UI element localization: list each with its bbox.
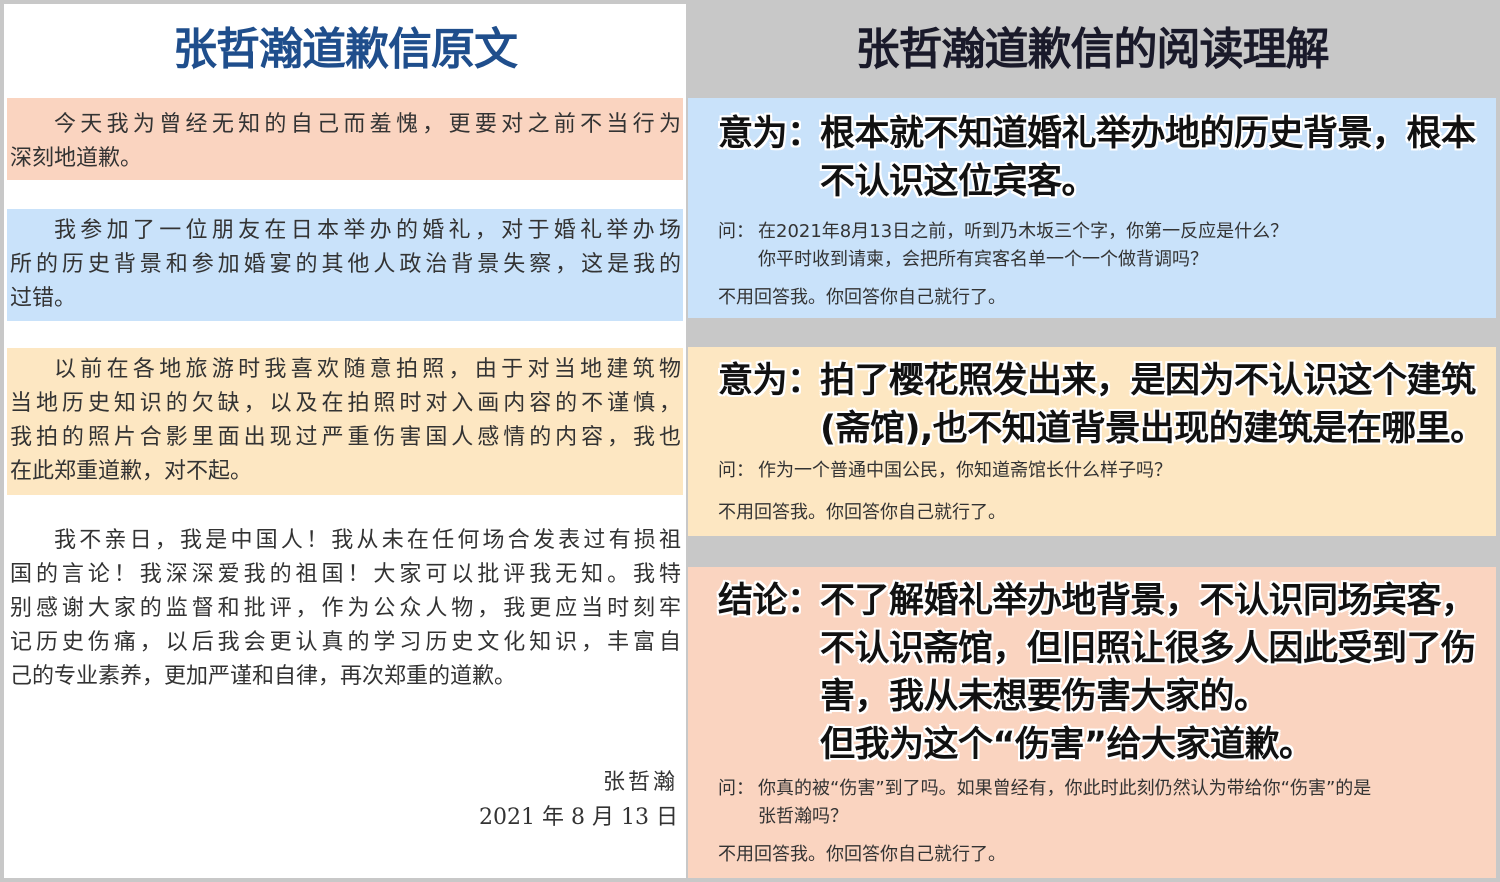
right-title: 张哲瀚道歉信的阅读理解: [855, 24, 1330, 75]
heading-line: 不了解婚礼举办地背景，不认识同场宾客，: [820, 581, 1476, 621]
left-title: 张哲瀚道歉信原文: [173, 24, 518, 75]
heading-line: 但我为这个“伤害”给大家道歉。: [820, 725, 1314, 765]
letter-line: 己的专业素养，更加严谨和自律，再次郑重的道歉。: [10, 664, 517, 689]
letter-line: 国的言论！我深深爱我的祖国！大家可以批评我无知。我特: [10, 562, 681, 587]
letter-line: 我不亲日，我是中国人！我从未在任何场合发表过有损祖: [54, 528, 681, 553]
signature-date: 2021 年 8 月 13 日: [479, 805, 678, 830]
no-reply-note: 不用回答我。你回答你自己就行了。: [718, 287, 1006, 308]
question-line: 你真的被“伤害”到了吗。如果曾经有，你此时此刻仍然认为带给你“伤害”的是: [758, 778, 1372, 799]
interpretation-box-2: 意为： 拍了樱花照发出来，是因为不认识这个建筑 (斋馆),也不知道背景出现的建筑…: [688, 347, 1496, 536]
heading-line: (斋馆),也不知道背景出现的建筑是在哪里。: [820, 409, 1485, 449]
letter-line: 以前在各地旅游时我喜欢随意拍照，由于对当地建筑物: [54, 357, 681, 382]
heading-label: 结论：: [718, 581, 822, 621]
heading-line: 害，我从未想要伤害大家的。: [820, 677, 1269, 717]
letter-line: 我参加了一位朋友在日本举办的婚礼，对于婚礼举办场: [54, 218, 681, 243]
heading-line: 拍了樱花照发出来，是因为不认识这个建筑: [820, 361, 1476, 401]
original-letter-panel: 张哲瀚道歉信原文 今天我为曾经无知的自己而羞愧，更要对之前不当行为 深刻地道歉。…: [4, 4, 686, 878]
question-line: 在2021年8月13日之前，听到乃木坂三个字，你第一反应是什么？: [758, 221, 1289, 242]
conclusion-heading: 结论： 不了解婚礼举办地背景，不认识同场宾客， 不认识斋馆，但旧照让很多人因此受…: [718, 577, 1476, 769]
letter-paragraph-4: 我不亲日，我是中国人！我从未在任何场合发表过有损祖 国的言论！我深深爱我的祖国！…: [7, 524, 683, 694]
no-reply-note: 不用回答我。你回答你自己就行了。: [718, 844, 1006, 865]
question-label: 问：: [718, 460, 754, 481]
letter-paragraph-3: 以前在各地旅游时我喜欢随意拍照，由于对当地建筑物 当地历史知识的欠缺，以及在拍照…: [7, 348, 683, 495]
letter-line: 所的历史背景和参加婚宴的其他人政治背景失察，这是我的: [10, 252, 681, 277]
question-label: 问：: [718, 221, 754, 242]
letter-line: 别感谢大家的监督和批评，作为公众人物，我更应当时刻牢: [10, 596, 681, 621]
no-reply-note: 不用回答我。你回答你自己就行了。: [718, 502, 1006, 523]
interpretation-box-3: 结论： 不了解婚礼举办地背景，不认识同场宾客， 不认识斋馆，但旧照让很多人因此受…: [688, 567, 1496, 878]
interpretation-heading: 意为： 根本就不知道婚礼举办地的历史背景，根本 不认识这位宾客。: [718, 110, 1476, 206]
letter-line: 深刻地道歉。: [10, 146, 143, 171]
letter-line: 在此郑重道歉，对不起。: [10, 459, 253, 484]
heading-line: 不认识这位宾客。: [820, 162, 1097, 202]
question-block: 问： 作为一个普通中国公民，你知道斋馆长什么样子吗？: [718, 457, 1476, 485]
letter-paragraph-2: 我参加了一位朋友在日本举办的婚礼，对于婚礼举办场 所的历史背景和参加婚宴的其他人…: [7, 209, 683, 321]
letter-line: 我拍的照片合影里面出现过严重伤害国人感情的内容，我也: [10, 425, 681, 450]
question-line: 你平时收到请柬，会把所有宾客名单一个一个做背调吗？: [758, 249, 1208, 270]
interpretation-box-1: 意为： 根本就不知道婚礼举办地的历史背景，根本 不认识这位宾客。 问： 在202…: [688, 98, 1496, 318]
signature-name: 张哲瀚: [602, 770, 678, 795]
letter-line: 今天我为曾经无知的自己而羞愧，更要对之前不当行为: [54, 112, 681, 137]
question-block: 问： 在2021年8月13日之前，听到乃木坂三个字，你第一反应是什么？ 你平时收…: [718, 218, 1476, 274]
heading-line: 根本就不知道婚礼举办地的历史背景，根本: [820, 114, 1476, 154]
heading-label: 意为：: [718, 361, 822, 401]
interpretation-heading: 意为： 拍了樱花照发出来，是因为不认识这个建筑 (斋馆),也不知道背景出现的建筑…: [718, 357, 1485, 453]
letter-line: 过错。: [10, 286, 77, 311]
question-line: 张哲瀚吗？: [758, 806, 848, 827]
letter-line: 记历史伤痛，以后我会更认真的学习历史文化知识，丰富自: [10, 630, 681, 655]
letter-paragraph-1: 今天我为曾经无知的自己而羞愧，更要对之前不当行为 深刻地道歉。: [7, 98, 683, 180]
heading-label: 意为：: [718, 114, 822, 154]
question-label: 问：: [718, 778, 754, 799]
interpretation-panel: 张哲瀚道歉信的阅读理解 意为： 根本就不知道婚礼举办地的历史背景，根本 不认识这…: [688, 4, 1496, 878]
letter-line: 当地历史知识的欠缺，以及在拍照时对入画内容的不谨慎，: [10, 391, 681, 416]
question-line: 作为一个普通中国公民，你知道斋馆长什么样子吗？: [758, 460, 1172, 481]
question-block: 问： 你真的被“伤害”到了吗。如果曾经有，你此时此刻仍然认为带给你“伤害”的是 …: [718, 775, 1476, 831]
heading-line: 不认识斋馆，但旧照让很多人因此受到了伤: [820, 629, 1476, 669]
